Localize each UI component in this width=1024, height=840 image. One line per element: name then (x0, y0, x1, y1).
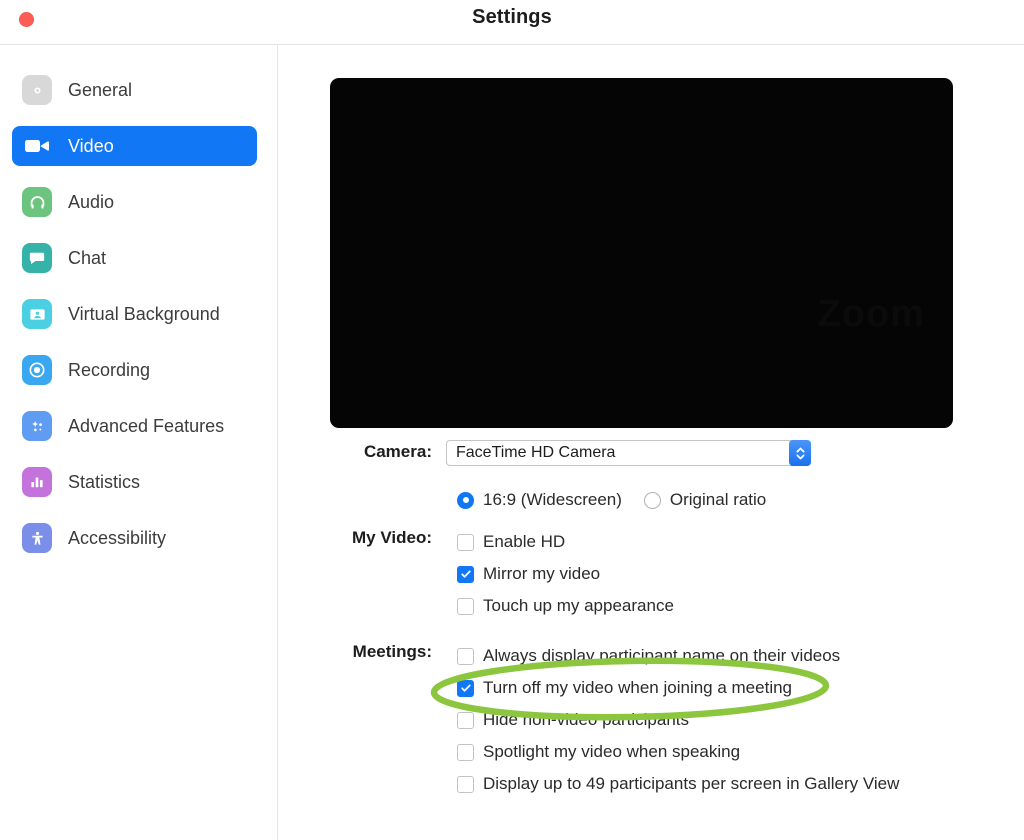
meetings-field: Always display participant name on their… (446, 640, 1024, 800)
checkbox-touch-up-my-appearance[interactable] (457, 597, 474, 615)
checkbox-mirror-my-video-label: Mirror my video (483, 564, 601, 583)
record-circle-icon (22, 355, 52, 385)
sidebar-item-chat[interactable]: Chat (12, 238, 257, 278)
sidebar-item-label: Advanced Features (68, 415, 225, 436)
camera-select[interactable]: FaceTime HD Camera (446, 440, 811, 466)
checkbox-enable-hd-label: Enable HD (483, 532, 566, 551)
checkbox-row-touch-up-my-appearance[interactable]: Touch up my appearance (446, 590, 674, 622)
camera-row: Camera: FaceTime HD Camera (278, 440, 1024, 472)
meetings-label: Meetings: (352, 642, 432, 661)
radio-widescreen[interactable] (457, 491, 474, 509)
radio-original-ratio[interactable] (643, 491, 661, 509)
aspect-ratio-row: 16:9 (Widescreen) Original ratio (278, 472, 1024, 510)
checkbox-spotlight-my-video-when-speaking-label: Spotlight my video when speaking (483, 742, 741, 761)
radio-widescreen-label: 16:9 (Widescreen) (483, 490, 622, 509)
checkbox-display-up-to-49-participants[interactable] (457, 775, 474, 793)
camcorder-icon (22, 131, 52, 161)
checkbox-turn-off-my-video-when-joining[interactable] (457, 679, 474, 697)
radio-original-ratio-label: Original ratio (669, 490, 767, 509)
sidebar-item-advanced-features[interactable]: Advanced Features (12, 406, 257, 446)
checkbox-turn-off-my-video-when-joining-label: Turn off my video when joining a meeting (483, 678, 793, 697)
headphones-icon (22, 187, 52, 217)
video-settings-form: Camera: FaceTime HD Camera 16:9 (Widescr… (278, 440, 1024, 800)
checkbox-always-display-participant-name[interactable] (457, 647, 474, 665)
checkbox-touch-up-my-appearance-label: Touch up my appearance (483, 596, 674, 615)
sidebar-item-general[interactable]: General (12, 70, 257, 110)
sidebar-item-label: Virtual Background (68, 303, 220, 324)
checkbox-row-always-display-participant-name[interactable]: Always display participant name on their… (446, 640, 899, 672)
aspect-ratio-field: 16:9 (Widescreen) Original ratio (446, 472, 1024, 510)
meetings-checkbox-group: Always display participant name on their… (446, 640, 899, 800)
sidebar-item-recording[interactable]: Recording (12, 350, 257, 390)
checkbox-hide-non-video-participants-label: Hide non-video participants (483, 710, 690, 729)
checkbox-row-hide-non-video-participants[interactable]: Hide non-video participants (446, 704, 899, 736)
chevron-updown-icon[interactable] (789, 440, 811, 466)
checkbox-spotlight-my-video-when-speaking[interactable] (457, 743, 474, 761)
sidebar-item-video[interactable]: Video (12, 126, 257, 166)
my-video-label: My Video: (352, 528, 432, 547)
sidebar-item-label: Accessibility (68, 527, 167, 548)
checkbox-row-turn-off-my-video-when-joining[interactable]: Turn off my video when joining a meeting (446, 672, 899, 704)
video-preview-ghost-text: Zoom (817, 293, 925, 335)
sparkle-icon (22, 411, 52, 441)
page-title: Settings (472, 6, 552, 28)
my-video-checkbox-group: Enable HD Mirror my video Touch up my ap… (446, 526, 674, 622)
sidebar-item-statistics[interactable]: Statistics (12, 462, 257, 502)
window-titlebar: Settings (0, 0, 1024, 45)
speech-bubble-icon (22, 243, 52, 273)
sidebar-item-audio[interactable]: Audio (12, 182, 257, 222)
video-settings-panel: Zoom Camera: FaceTime HD Camera 16:9 (Wi… (278, 45, 1024, 840)
checkbox-row-spotlight-my-video-when-speaking[interactable]: Spotlight my video when speaking (446, 736, 899, 768)
camera-select-value: FaceTime HD Camera (456, 444, 616, 461)
sidebar-item-label: Chat (68, 247, 107, 268)
my-video-field: Enable HD Mirror my video Touch up my ap… (446, 526, 1024, 622)
sidebar-item-label: Recording (68, 359, 151, 380)
video-preview[interactable]: Zoom (330, 78, 953, 428)
checkbox-row-mirror-my-video[interactable]: Mirror my video (446, 558, 674, 590)
sidebar-item-label: Statistics (68, 471, 141, 492)
checkbox-hide-non-video-participants[interactable] (457, 711, 474, 729)
checkbox-row-display-up-to-49-participants[interactable]: Display up to 49 participants per screen… (446, 768, 899, 800)
aspect-ratio-group: 16:9 (Widescreen) Original ratio (446, 490, 766, 510)
meetings-row: Meetings: Always display participant nam… (278, 640, 1024, 800)
sidebar-item-label: Video (68, 135, 114, 156)
checkbox-mirror-my-video[interactable] (457, 565, 474, 583)
sidebar-item-label: Audio (68, 191, 115, 212)
sidebar-item-accessibility[interactable]: Accessibility (12, 518, 257, 558)
camera-label: Camera: (363, 442, 432, 461)
camera-field: FaceTime HD Camera (446, 440, 1024, 466)
checkbox-display-up-to-49-participants-label: Display up to 49 participants per screen… (483, 774, 900, 793)
checkbox-row-enable-hd[interactable]: Enable HD (446, 526, 674, 558)
checkbox-always-display-participant-name-label: Always display participant name on their… (483, 646, 841, 665)
settings-sidebar: General Video Audio Chat Virtual Backgro… (0, 45, 278, 840)
my-video-row: My Video: Enable HD Mirror my video Touc… (278, 526, 1024, 622)
sidebar-item-virtual-background[interactable]: Virtual Background (12, 294, 257, 334)
gear-icon (22, 75, 52, 105)
person-card-icon (22, 299, 52, 329)
bar-chart-icon (22, 467, 52, 497)
checkbox-enable-hd[interactable] (457, 533, 474, 551)
sidebar-item-label: General (68, 79, 133, 100)
accessibility-icon (22, 523, 52, 553)
